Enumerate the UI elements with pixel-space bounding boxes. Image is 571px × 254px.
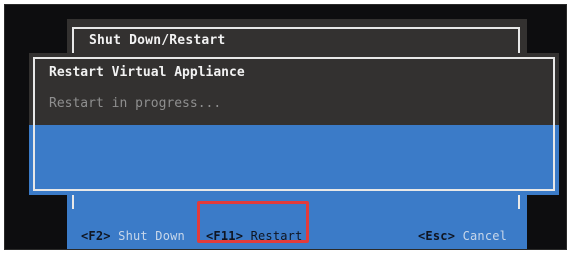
console-screen: Shut Down/Restart <F2> Shut Down <F11> R… (4, 4, 567, 250)
restart-dialog: Restart Virtual Appliance Restart in pro… (29, 53, 559, 195)
shutdown-label: Shut Down (118, 229, 185, 243)
shutdown-key: <F2> (81, 229, 111, 243)
window-title: Shut Down/Restart (89, 33, 226, 48)
shutdown-option[interactable]: <F2> Shut Down (81, 229, 185, 243)
cancel-option[interactable]: <Esc> Cancel (418, 229, 507, 243)
dialog-title: Restart Virtual Appliance (49, 65, 245, 80)
dialog-status: Restart in progress... (49, 96, 222, 111)
cancel-label: Cancel (462, 229, 508, 243)
cancel-key: <Esc> (418, 229, 456, 243)
restart-highlight-box (197, 201, 309, 243)
